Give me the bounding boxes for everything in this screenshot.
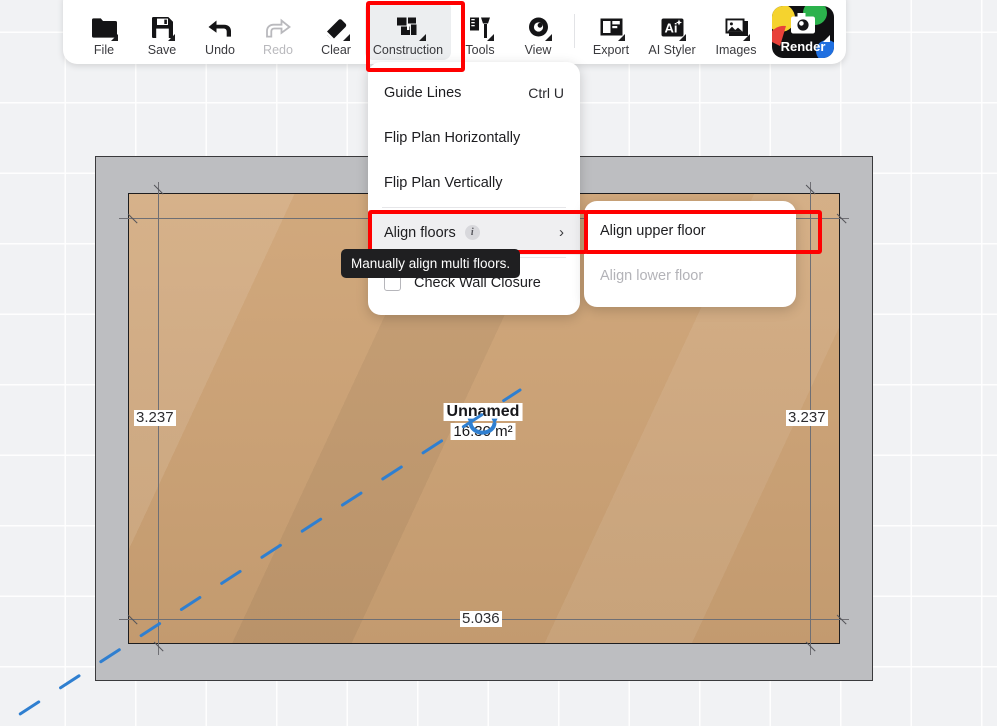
toolbar-label: Construction <box>372 43 444 57</box>
menu-divider <box>382 207 566 208</box>
toolbar-item-redo[interactable]: Redo <box>249 1 307 60</box>
toolbar-label: Clear <box>321 43 351 57</box>
dropdown-corner-indicator <box>342 34 350 41</box>
toolbar-item-construction[interactable]: Construction <box>365 1 451 60</box>
tooltip-align-floors: Manually align multi floors. <box>341 249 521 278</box>
dimension-label-left: 3.237 <box>134 409 176 426</box>
main-toolbar[interactable]: File Save Undo Redo Clear Construction T… <box>63 0 846 64</box>
toolbar-item-undo[interactable]: Undo <box>191 1 249 60</box>
submenu-item-label: Align lower floor <box>600 267 704 284</box>
menu-item-shortcut: Ctrl U <box>528 84 564 101</box>
toolbar-label: View <box>524 43 552 57</box>
menu-item-label: Flip Plan Horizontally <box>384 129 521 146</box>
svg-text:Ai: Ai <box>664 20 677 35</box>
dimension-label-right: 3.237 <box>786 409 828 426</box>
eye-icon <box>526 14 552 41</box>
dropdown-corner-indicator <box>678 34 686 41</box>
ai-styler-icon: Ai <box>660 14 686 41</box>
toolbar-label: Save <box>147 43 177 57</box>
menu-item-guide-lines[interactable]: Guide Lines Ctrl U <box>368 70 580 115</box>
toolbar-label: Redo <box>263 43 293 57</box>
dropdown-corner-indicator <box>167 34 175 41</box>
submenu-item-align-lower-floor: Align lower floor <box>584 253 796 298</box>
render-label: Render <box>780 39 826 54</box>
dropdown-corner-indicator <box>742 34 750 41</box>
toolbar-label: AI Styler <box>648 43 696 57</box>
menu-item-label: Flip Plan Vertically <box>384 174 503 191</box>
toolbar-item-export[interactable]: Export <box>582 1 640 60</box>
render-button[interactable]: Render <box>772 6 834 58</box>
chevron-right-icon: › <box>559 224 564 241</box>
toolbar-item-clear[interactable]: Clear <box>307 1 365 60</box>
dimension-label-bottom: 5.036 <box>460 610 502 627</box>
tools-icon <box>468 14 494 41</box>
export-icon <box>599 14 625 41</box>
toolbar-item-file[interactable]: File <box>75 1 133 60</box>
dropdown-corner-indicator <box>111 34 118 41</box>
toolbar-item-view[interactable]: View <box>509 1 567 60</box>
menu-item-label: Align floors <box>384 224 456 241</box>
tooltip-text: Manually align multi floors. <box>351 256 511 271</box>
toolbar-label: Undo <box>205 43 235 57</box>
menu-item-flip-plan-vertically[interactable]: Flip Plan Vertically <box>368 160 580 205</box>
construction-icon <box>394 14 426 41</box>
menu-item-flip-plan-horizontally[interactable]: Flip Plan Horizontally <box>368 115 580 160</box>
redo-arrow-icon <box>265 14 291 41</box>
room-label[interactable]: Unnamed 16.30 m² <box>443 403 523 441</box>
submenu-item-align-upper-floor[interactable]: Align upper floor <box>584 208 796 253</box>
folder-icon <box>91 14 118 41</box>
align-floors-submenu[interactable]: Align upper floor Align lower floor <box>584 201 796 307</box>
room-area-text: 16.30 m² <box>450 423 516 440</box>
images-icon <box>724 14 750 41</box>
toolbar-item-save[interactable]: Save <box>133 1 191 60</box>
info-icon[interactable]: i <box>464 225 480 240</box>
dropdown-corner-indicator <box>486 34 494 41</box>
menu-item-label: Guide Lines <box>384 84 462 101</box>
floppy-disk-icon <box>151 14 175 41</box>
toolbar-divider <box>574 14 575 48</box>
toolbar-item-tools[interactable]: Tools <box>451 1 509 60</box>
toolbar-label: File <box>93 43 115 57</box>
toolbar-label: Export <box>592 43 630 57</box>
dropdown-corner-indicator <box>544 34 552 41</box>
dropdown-corner-indicator <box>419 34 426 41</box>
eraser-icon <box>324 14 350 41</box>
toolbar-item-images[interactable]: Images <box>704 1 768 60</box>
dropdown-corner-indicator <box>617 34 625 41</box>
undo-arrow-icon <box>207 14 233 41</box>
toolbar-item-ai-styler[interactable]: Ai AI Styler <box>640 1 704 60</box>
toolbar-label: Tools <box>465 43 495 57</box>
toolbar-label: Images <box>715 43 757 57</box>
room-name-text: Unnamed <box>443 403 523 421</box>
submenu-item-label: Align upper floor <box>600 222 706 239</box>
